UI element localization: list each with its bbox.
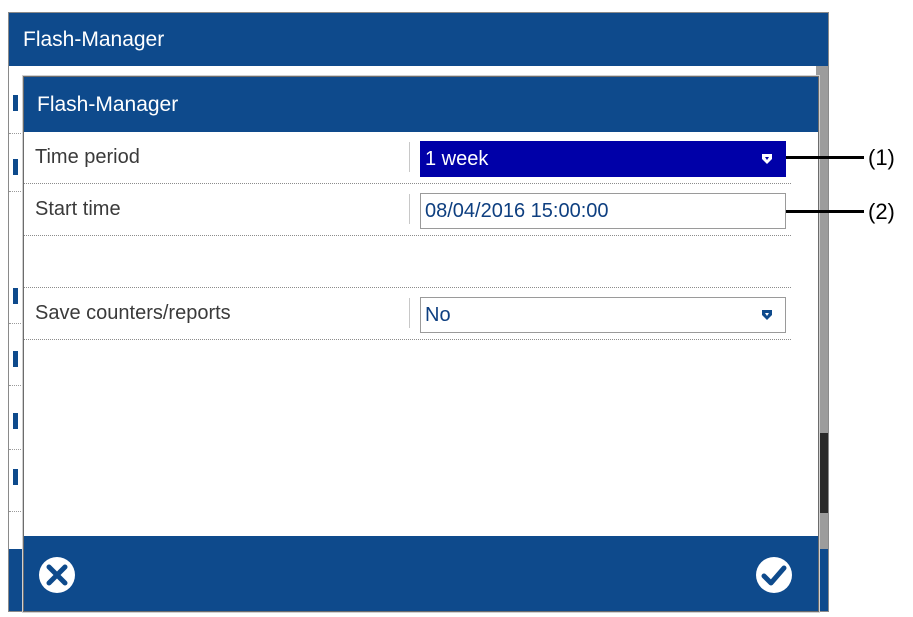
background-row-divider — [9, 449, 23, 450]
empty-row — [24, 236, 791, 288]
dialog-title: Flash-Manager — [24, 77, 818, 132]
callout-label-1: (1) — [868, 145, 895, 170]
save-counters-label: Save counters/reports — [35, 302, 231, 324]
background-row-marker — [13, 95, 18, 111]
time-period-value: 1 week — [425, 147, 489, 170]
row-separator — [409, 298, 410, 328]
background-row-divider — [9, 191, 23, 192]
background-window-title: Flash-Manager — [9, 13, 828, 66]
dialog-button-bar — [24, 536, 818, 611]
background-row-marker — [13, 159, 18, 175]
save-counters-value: No — [425, 303, 451, 326]
background-row-marker — [13, 469, 18, 485]
background-row-divider — [9, 323, 23, 324]
time-period-row: Time period 1 week — [24, 132, 791, 184]
save-counters-row: Save counters/reports No — [24, 288, 791, 340]
row-separator — [409, 194, 410, 224]
time-period-label: Time period — [35, 146, 140, 168]
start-time-value: 08/04/2016 15:00:00 — [425, 199, 609, 222]
start-time-row: Start time 08/04/2016 15:00:00 — [24, 184, 791, 236]
background-row-divider — [9, 385, 23, 386]
callout-line-2 — [786, 210, 864, 213]
background-row-divider — [9, 133, 23, 134]
background-row-marker — [13, 413, 18, 429]
flash-manager-dialog: Flash-Manager Time period 1 week Start t… — [23, 76, 819, 612]
background-row-marker — [13, 288, 18, 304]
start-time-label: Start time — [35, 198, 121, 220]
time-period-dropdown[interactable]: 1 week — [420, 141, 786, 177]
row-separator — [409, 142, 410, 172]
close-circle-icon[interactable] — [37, 555, 77, 595]
callout-label-2: (2) — [868, 199, 895, 224]
background-row-marker — [13, 351, 18, 367]
background-row-divider — [9, 511, 23, 512]
start-time-field[interactable]: 08/04/2016 15:00:00 — [420, 193, 786, 229]
dropdown-arrow-icon — [762, 154, 772, 164]
check-circle-icon[interactable] — [754, 555, 794, 595]
callout-line-1 — [786, 156, 864, 159]
save-counters-dropdown[interactable]: No — [420, 297, 786, 333]
dropdown-arrow-icon — [762, 310, 772, 320]
